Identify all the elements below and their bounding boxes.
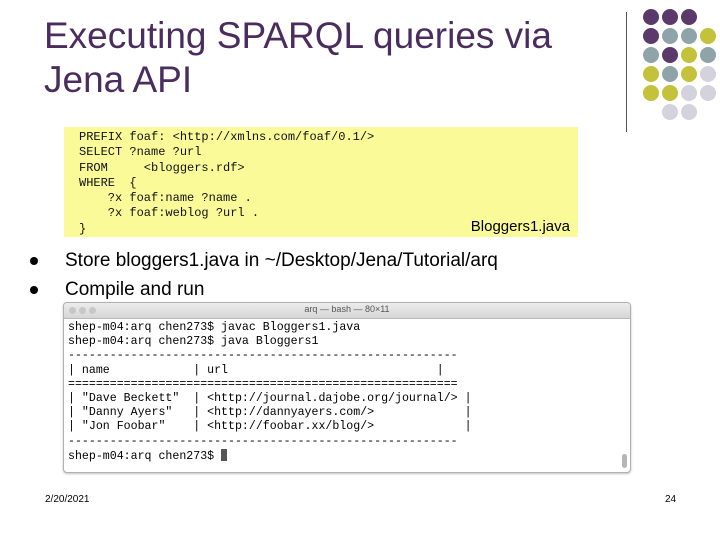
terminal-output[interactable]: shep-m04:arq chen273$ javac Bloggers1.ja… [64, 319, 630, 464]
terminal-line: ========================================… [68, 377, 458, 391]
slide-title: Executing SPARQL queries via Jena API [44, 14, 634, 102]
decor-dot [662, 47, 678, 63]
decor-dot [681, 9, 697, 25]
bullet-list: Store bloggers1.java in ~/Desktop/Jena/T… [30, 246, 498, 304]
bullet-text: Compile and run [65, 279, 205, 300]
terminal-line: shep-m04:arq chen273$ java Bloggers1 [68, 335, 319, 349]
decor-dot [662, 66, 678, 82]
terminal-title: arq — bash — 80×11 [304, 304, 390, 314]
terminal-scrollbar[interactable] [622, 454, 627, 468]
decor-dot [681, 104, 697, 120]
sparql-query-box: PREFIX foaf: <http://xmlns.com/foaf/0.1/… [64, 127, 578, 237]
terminal-line: | "Dave Beckett" | <http://journal.dajob… [68, 392, 472, 406]
bullet-item: Store bloggers1.java in ~/Desktop/Jena/T… [30, 246, 498, 275]
terminal-prompt-line: shep-m04:arq chen273$ [68, 448, 630, 464]
footer-date: 2/20/2021 [45, 494, 90, 505]
decor-dot [662, 9, 678, 25]
decor-dot [662, 104, 678, 120]
terminal-line: ----------------------------------------… [68, 434, 458, 448]
code-caption: Bloggers1.java [470, 218, 570, 235]
terminal-line: ----------------------------------------… [68, 349, 458, 363]
decor-dot [681, 28, 697, 44]
slide-title-line-2: Jena API [44, 59, 193, 100]
sparql-query-code: PREFIX foaf: <http://xmlns.com/foaf/0.1/… [79, 130, 375, 236]
decor-dot [643, 9, 659, 25]
decor-dot [681, 47, 697, 63]
decor-dot [643, 66, 659, 82]
terminal-line: shep-m04:arq chen273$ javac Bloggers1.ja… [68, 321, 361, 334]
terminal-line: | "Danny Ayers" | <http://dannyayers.com… [68, 406, 472, 420]
terminal-titlebar[interactable]: arq — bash — 80×11 [64, 303, 630, 319]
title-divider-line [626, 12, 627, 132]
decor-dot [700, 85, 716, 101]
decor-dot [643, 28, 659, 44]
decor-dot [681, 85, 697, 101]
decor-dot [662, 85, 678, 101]
page-number: 24 [665, 494, 677, 505]
bullet-dot-icon [30, 286, 38, 294]
bullet-dot-icon [30, 257, 38, 265]
decor-dot [643, 47, 659, 63]
decor-dot [643, 85, 659, 101]
decor-dot [700, 66, 716, 82]
decor-dot [700, 47, 716, 63]
terminal-line: | "Jon Foobar" | <http://foobar.xx/blog/… [68, 420, 472, 434]
terminal-line: | name | url | [68, 363, 444, 377]
terminal-window: arq — bash — 80×11 shep-m04:arq chen273$… [63, 302, 631, 473]
bullet-text: Store bloggers1.java in ~/Desktop/Jena/T… [65, 250, 498, 271]
terminal-prompt: shep-m04:arq chen273$ [68, 449, 222, 463]
decor-dot [700, 28, 716, 44]
slide-title-line-1: Executing SPARQL queries via [44, 15, 552, 56]
decor-dot [681, 66, 697, 82]
decor-dot [662, 28, 678, 44]
bullet-item: Compile and run [30, 275, 498, 304]
cursor-icon [221, 448, 228, 461]
